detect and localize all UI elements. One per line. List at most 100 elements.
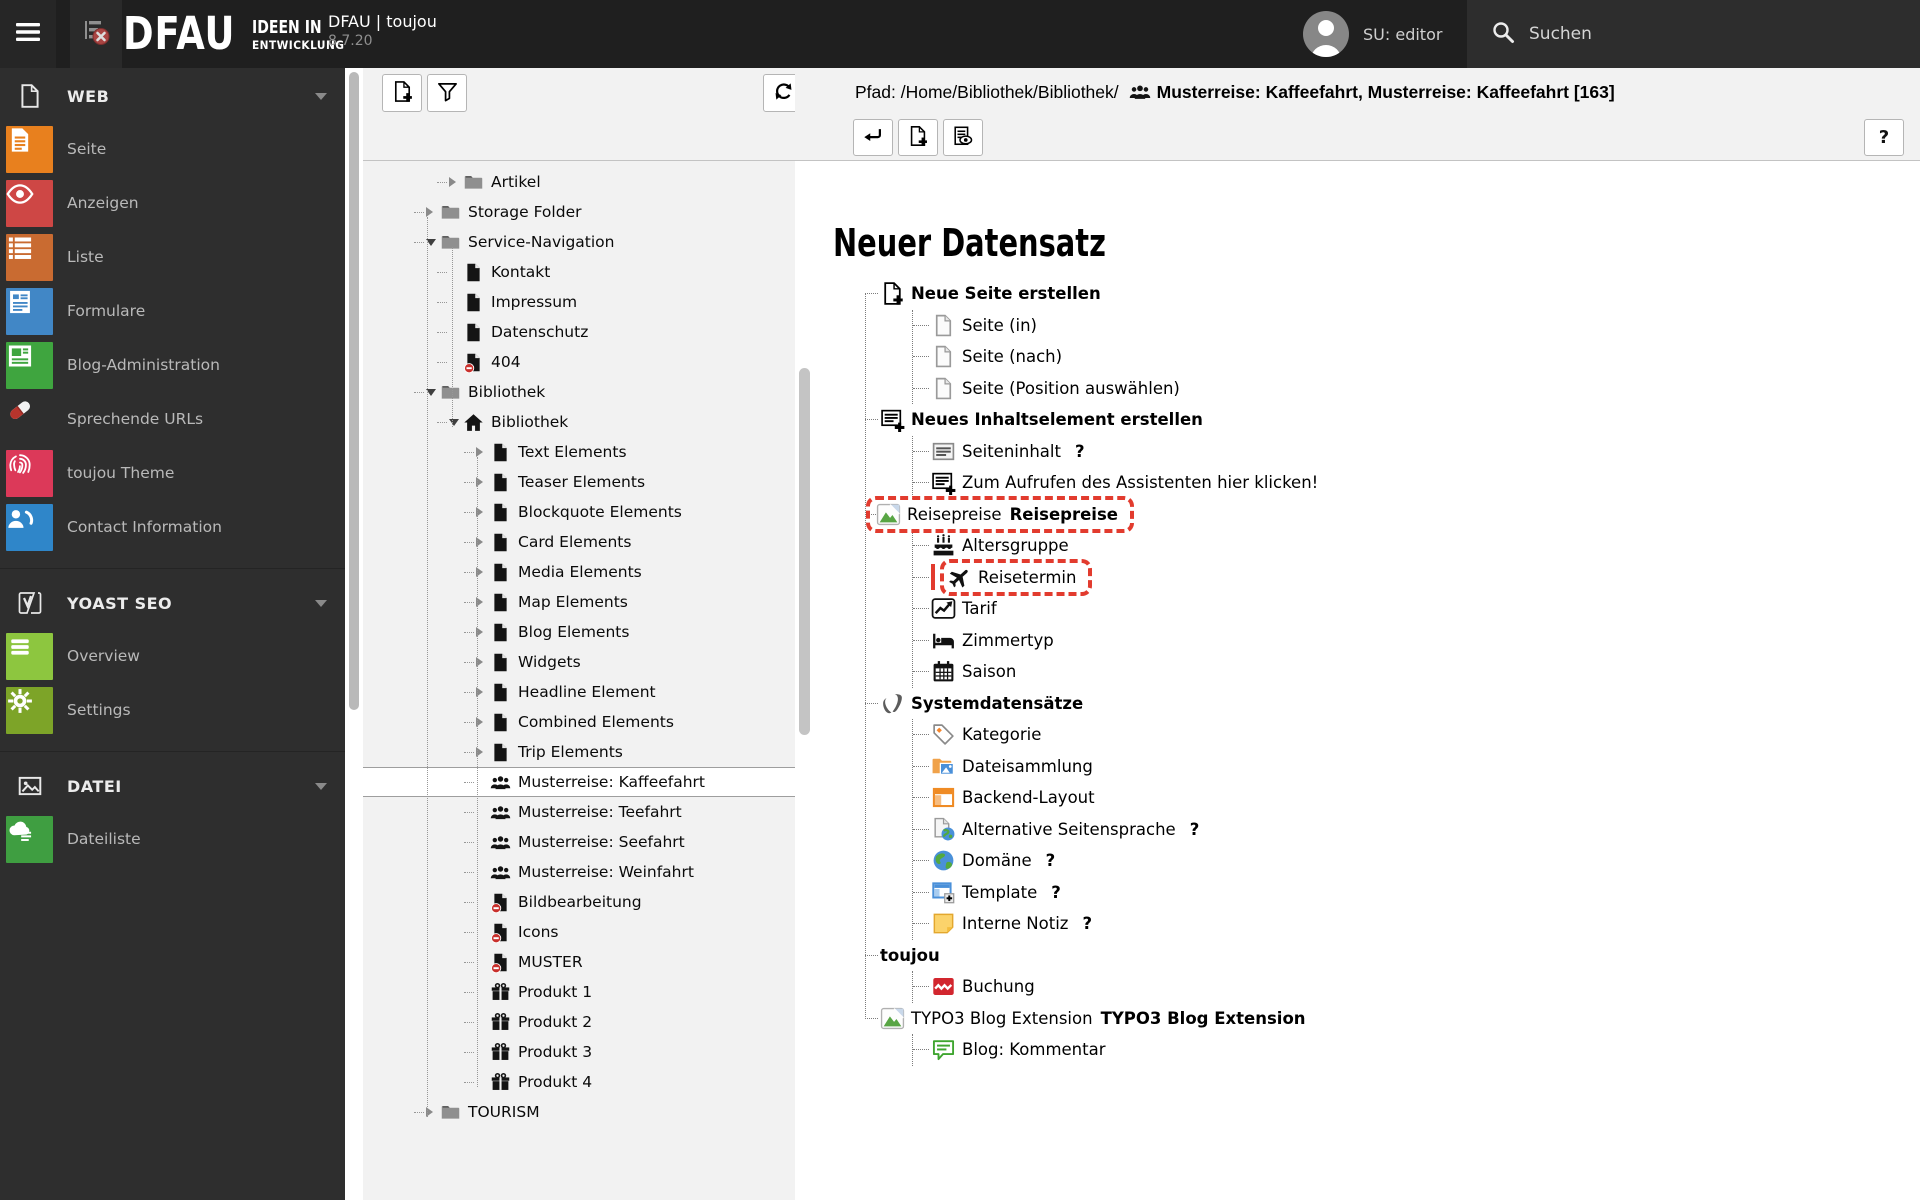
page-icon: [463, 322, 484, 343]
expand-icon[interactable]: [476, 597, 490, 607]
expand-icon[interactable]: [476, 657, 490, 667]
sidebar-item-dateiliste[interactable]: Dateiliste: [0, 812, 345, 866]
tree-connector: [913, 986, 929, 988]
new-record-option-interne-notiz[interactable]: Interne Notiz?: [913, 908, 1318, 940]
new-record-option-kategorie[interactable]: Kategorie: [913, 719, 1318, 751]
new-record-option-backend-layout[interactable]: Backend-Layout: [913, 782, 1318, 814]
new-record-button[interactable]: [898, 119, 938, 156]
new-record-option-seite-in-[interactable]: Seite (in): [913, 310, 1318, 342]
sidebar-section-header-yoast-seo[interactable]: YOAST SEO: [0, 577, 345, 629]
new-record-group-typo3-blog-extension[interactable]: TYPO3 Blog Extension TYPO3 Blog Extension: [856, 1003, 1318, 1035]
expand-icon[interactable]: [476, 717, 490, 727]
expand-icon[interactable]: [476, 537, 490, 547]
field-help-question[interactable]: ?: [1082, 914, 1092, 933]
collapse-icon[interactable]: [426, 238, 440, 246]
new-record-icon: [907, 125, 929, 151]
content-scrollbar[interactable]: [799, 368, 810, 735]
sidebar-section-header-web[interactable]: WEB: [0, 70, 345, 122]
sidebar-item-sprechende-urls[interactable]: Sprechende URLs: [0, 392, 345, 446]
new-record-option-seite-position-ausw-hlen-[interactable]: Seite (Position auswählen): [913, 373, 1318, 405]
menu-toggle-button[interactable]: [0, 0, 56, 68]
module-menu-scrollbar[interactable]: [345, 68, 363, 1200]
field-help-question[interactable]: ?: [1190, 820, 1200, 839]
new-record-option-seite-nach-[interactable]: Seite (nach): [913, 341, 1318, 373]
tree-connector: [913, 765, 929, 767]
new-record-option-altersgruppe[interactable]: Altersgruppe: [913, 530, 1318, 562]
new-record-group-toujou[interactable]: toujou: [856, 940, 1318, 972]
expand-icon[interactable]: [476, 627, 490, 637]
help-menu-button[interactable]: ?: [1248, 21, 1273, 59]
broken-image-alt-text: Reisepreise: [907, 504, 1002, 524]
page-tree-item-artikel[interactable]: Artikel: [363, 167, 795, 197]
contentel-new-icon: [880, 407, 905, 433]
help-button[interactable]: ?: [1864, 119, 1904, 156]
expand-icon[interactable]: [426, 1107, 440, 1117]
sidebar-item-liste[interactable]: Liste: [0, 230, 345, 284]
expand-icon[interactable]: [476, 687, 490, 697]
global-search[interactable]: [1467, 0, 1920, 68]
tree-connector: [913, 923, 929, 925]
expand-icon[interactable]: [476, 447, 490, 457]
sidebar-item-anzeigen[interactable]: Anzeigen: [0, 176, 345, 230]
page-icon: [490, 622, 511, 643]
new-record-option-seiteninhalt[interactable]: Seiteninhalt?: [913, 436, 1318, 468]
sidebar-item-overview[interactable]: Overview: [0, 629, 345, 683]
expand-icon[interactable]: [449, 177, 463, 187]
sidebar-item-label: Sprechende URLs: [67, 410, 204, 428]
user-menu-button[interactable]: SU: editor: [1303, 11, 1442, 57]
new-record-group-neues-inhaltselement-erstellen[interactable]: Neues Inhaltselement erstellen: [856, 404, 1318, 436]
new-record-option-reisetermin[interactable]: Reisetermin: [913, 558, 1318, 596]
sidebar-item-label: Formulare: [67, 302, 146, 320]
tree-connector: [913, 356, 929, 358]
expand-icon[interactable]: [476, 477, 490, 487]
new-record-group-systemdatens-tze[interactable]: Systemdatensätze: [856, 688, 1318, 720]
red-annotation-mark: [931, 564, 935, 591]
bookmark-button[interactable]: [1193, 22, 1217, 59]
avatar: [1303, 11, 1349, 57]
scrollbar-thumb[interactable]: [349, 72, 359, 710]
new-record-group-reisepreise[interactable]: Reisepreise Reisepreise: [856, 495, 1318, 533]
contact-icon: [6, 503, 53, 551]
filter-button[interactable]: [427, 74, 467, 112]
sidebar-section-header-datei[interactable]: DATEI: [0, 760, 345, 812]
new-record-option-dateisammlung[interactable]: Dateisammlung: [913, 751, 1318, 783]
new-record-option-buchung[interactable]: Buchung: [913, 971, 1318, 1003]
pagetree-error-button[interactable]: [70, 0, 122, 68]
sidebar-item-formulare[interactable]: Formulare: [0, 284, 345, 338]
field-help-question[interactable]: ?: [1046, 851, 1056, 870]
search-input[interactable]: [1527, 23, 1831, 45]
sidebar-item-seite[interactable]: Seite: [0, 122, 345, 176]
tree-connector: [437, 271, 447, 273]
sidebar-item-blog-administration[interactable]: Blog-Administration: [0, 338, 345, 392]
expand-icon[interactable]: [426, 207, 440, 217]
new-record-group-children: Seiteninhalt? Zum Aufrufen des Assistente…: [912, 435, 1318, 499]
option-label: Backend-Layout: [962, 788, 1095, 808]
tree-connector: [414, 1111, 424, 1113]
save-view-button[interactable]: [943, 119, 983, 156]
field-help-question[interactable]: ?: [1051, 883, 1061, 902]
new-record-option-zimmertyp[interactable]: Zimmertyp: [913, 625, 1318, 657]
new-record-option-dom-ne[interactable]: Domäne?: [913, 845, 1318, 877]
back-icon: [862, 125, 884, 151]
sidebar-item-toujou-theme[interactable]: toujou Theme: [0, 446, 345, 500]
topbar: DFAU IDEEN IN ENTWICKLUNG DFAU | toujou …: [0, 0, 1920, 68]
chevron-down-icon: [315, 93, 327, 100]
close-back-button[interactable]: [853, 119, 893, 156]
sidebar-item-contact-information[interactable]: Contact Information: [0, 500, 345, 554]
tree-connector: [414, 211, 424, 213]
tree-connector: [865, 293, 878, 295]
expand-icon[interactable]: [476, 567, 490, 577]
new-record-option-zum-aufrufen-des-assistenten-hier-klicken-[interactable]: Zum Aufrufen des Assistenten hier klicke…: [913, 467, 1318, 499]
new-record-option-template[interactable]: Template?: [913, 877, 1318, 909]
new-record-option-saison[interactable]: Saison: [913, 656, 1318, 688]
expand-icon[interactable]: [476, 747, 490, 757]
collapse-icon[interactable]: [426, 388, 440, 396]
expand-icon[interactable]: [476, 507, 490, 517]
new-record-option-alternative-seitensprache[interactable]: Alternative Seitensprache?: [913, 814, 1318, 846]
new-record-option-tarif[interactable]: Tarif: [913, 593, 1318, 625]
new-page-button[interactable]: [382, 74, 422, 112]
new-record-option-blog-kommentar[interactable]: Blog: Kommentar: [913, 1034, 1318, 1066]
sidebar-item-settings[interactable]: Settings: [0, 683, 345, 737]
new-record-group-neue-seite-erstellen[interactable]: Neue Seite erstellen: [856, 278, 1318, 310]
field-help-question[interactable]: ?: [1075, 442, 1085, 461]
